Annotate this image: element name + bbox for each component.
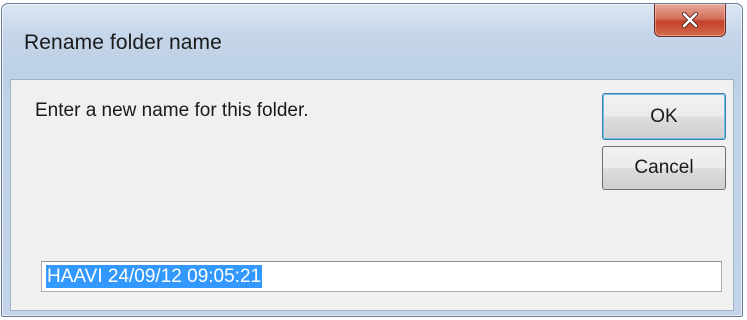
cancel-button[interactable]: Cancel bbox=[602, 146, 726, 190]
folder-name-selected-text: HAAVI 24/09/12 09:05:21 bbox=[46, 265, 263, 288]
folder-name-input[interactable]: HAAVI 24/09/12 09:05:21 bbox=[41, 261, 722, 292]
close-button[interactable] bbox=[654, 4, 726, 37]
ok-button[interactable]: OK bbox=[602, 93, 726, 140]
prompt-label: Enter a new name for this folder. bbox=[35, 100, 309, 121]
dialog-body: Enter a new name for this folder. OK Can… bbox=[10, 79, 734, 311]
dialog-title: Rename folder name bbox=[24, 31, 222, 54]
close-x-icon bbox=[681, 12, 699, 28]
rename-dialog-window: Rename folder name Enter a new name for … bbox=[1, 3, 743, 317]
